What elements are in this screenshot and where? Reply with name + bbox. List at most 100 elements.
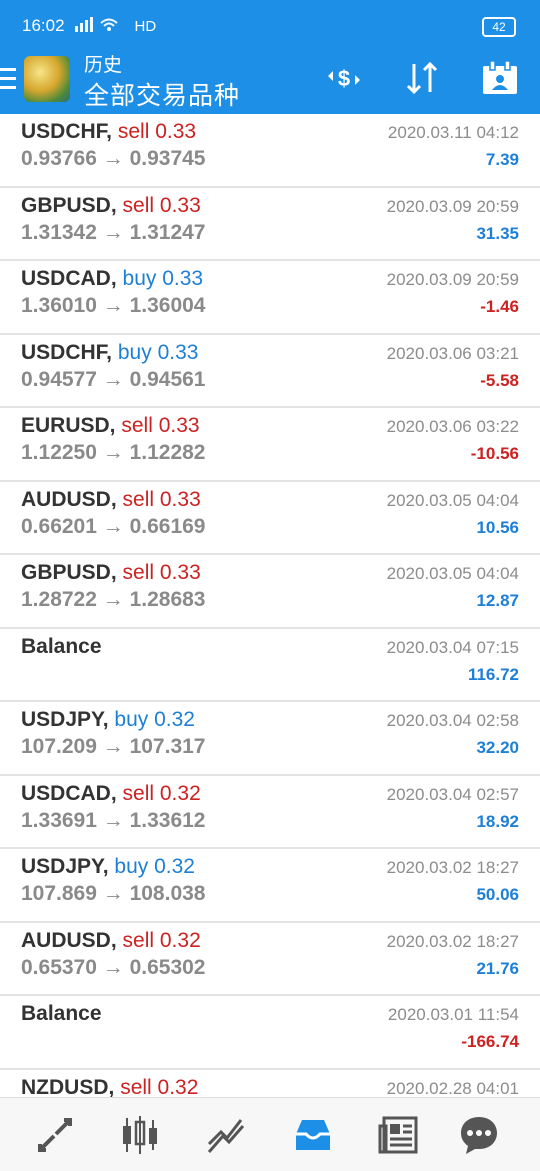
- trade-date: 2020.03.02 18:27: [386, 858, 519, 877]
- trade-row[interactable]: AUDUSD, sell 0.33 0.66201 → 0.66169 2020.0…: [0, 482, 540, 555]
- trade-prices: 1.31342 → 1.31247: [21, 220, 206, 244]
- trade-symbol: USDCAD, sell 0.32: [21, 782, 201, 806]
- history-icon[interactable]: [290, 1112, 336, 1158]
- trade-direction: sell: [122, 193, 155, 217]
- trade-date: 2020.03.06 03:22: [386, 417, 519, 436]
- trade-symbol: GBPUSD, sell 0.33: [21, 561, 201, 585]
- trade-date: 2020.03.11 04:12: [387, 123, 519, 142]
- hd-label: HD: [134, 17, 157, 35]
- trade-prices: 0.94577 → 0.94561: [21, 367, 206, 391]
- trade-date: 2020.03.04 02:58: [386, 711, 519, 730]
- bottom-nav: [0, 1097, 540, 1171]
- trade-prices: 0.93766 → 0.93745: [21, 147, 206, 170]
- trade-direction: sell: [121, 414, 153, 437]
- trade-symbol: Balance: [21, 635, 102, 659]
- trade-date: 2020.02.28 04:01: [386, 1078, 519, 1098]
- trade-icon[interactable]: [203, 1112, 249, 1158]
- chart-icon[interactable]: [117, 1112, 163, 1158]
- symbol-filter[interactable]: 全部交易品种: [84, 76, 240, 112]
- trade-prices: 0.66201 → 0.66169: [21, 514, 206, 538]
- trade-volume: 0.33: [159, 561, 201, 584]
- trade-profit: -166.74: [461, 1032, 519, 1051]
- trade-profit: 31.35: [476, 223, 519, 243]
- trade-date: 2020.03.09 20:59: [386, 196, 519, 216]
- trade-row[interactable]: Balance 2020.03.01 11:54 -166.74: [0, 996, 540, 1070]
- trade-prices: 1.33691 → 1.33612: [21, 808, 206, 832]
- trade-volume: 0.33: [155, 120, 197, 143]
- trade-row[interactable]: EURUSD, sell 0.33 1.12250 → 1.12282 2020.0…: [0, 408, 540, 482]
- trade-volume: 0.33: [158, 414, 200, 437]
- menu-icon[interactable]: [0, 68, 16, 90]
- toolbar: 历史 全部交易品种 $: [0, 46, 540, 114]
- currency-exchange-icon[interactable]: $: [324, 60, 364, 96]
- symbol-label: GBPUSD,: [21, 193, 117, 217]
- trade-date: 2020.03.05 04:04: [386, 490, 519, 510]
- trade-volume: 0.32: [159, 781, 201, 805]
- trade-symbol: USDCAD, buy 0.33: [21, 267, 203, 291]
- trade-row[interactable]: Balance 2020.03.04 07:15 116.72: [0, 629, 540, 702]
- trade-prices: 107.209 → 107.317: [21, 735, 206, 758]
- trade-direction: buy: [117, 340, 152, 364]
- trade-volume: 0.32: [154, 855, 195, 878]
- battery-icon: 42: [482, 17, 516, 37]
- trade-symbol: USDCHF, buy 0.33: [21, 341, 198, 365]
- svg-text:$: $: [338, 66, 350, 91]
- trade-symbol: Balance: [21, 1002, 102, 1026]
- trade-row[interactable]: GBPUSD, sell 0.33 1.31342 → 1.31247 2020.0…: [0, 188, 540, 261]
- calendar-icon[interactable]: [480, 60, 520, 96]
- trade-symbol: AUDUSD, sell 0.32: [21, 929, 201, 953]
- symbol-label: AUDUSD,: [21, 487, 117, 511]
- trade-date: 2020.03.04 07:15: [386, 637, 519, 657]
- trade-symbol: NZDUSD, sell 0.32: [21, 1076, 198, 1100]
- symbol-label: USDJPY,: [21, 855, 109, 878]
- chat-icon[interactable]: [456, 1112, 502, 1158]
- trade-direction: buy: [122, 267, 157, 290]
- trade-volume: 0.33: [162, 267, 204, 290]
- trade-row[interactable]: USDCHF, sell 0.33 0.93766 → 0.93745 2020.0…: [0, 114, 540, 188]
- symbol-label: Balance: [21, 634, 102, 658]
- status-time: 16:02: [22, 16, 65, 35]
- trade-profit: 18.92: [476, 811, 519, 831]
- trade-profit: -5.58: [480, 370, 519, 390]
- trade-date: 2020.03.09 20:59: [386, 270, 519, 289]
- symbol-label: NZDUSD,: [21, 1075, 115, 1099]
- page-title: 历史: [84, 55, 123, 76]
- trade-direction: buy: [114, 855, 149, 878]
- trade-row[interactable]: AUDUSD, sell 0.32 0.65370 → 0.65302 2020.0…: [0, 923, 540, 996]
- trade-profit: -1.46: [480, 297, 519, 316]
- trade-profit: 7.39: [485, 150, 519, 169]
- signal-icon: [73, 15, 133, 37]
- symbol-label: USDCAD,: [21, 781, 117, 805]
- trade-date: 2020.03.04 02:57: [386, 784, 519, 804]
- app-logo: [24, 56, 70, 102]
- trade-row[interactable]: USDJPY, buy 0.32 107.209 → 107.317 2020.03…: [0, 702, 540, 776]
- trade-direction: sell: [122, 781, 155, 805]
- trade-date: 2020.03.05 04:04: [386, 564, 519, 583]
- symbol-label: GBPUSD,: [21, 561, 117, 584]
- news-icon[interactable]: [376, 1112, 422, 1158]
- sort-icon[interactable]: [402, 60, 442, 96]
- symbol-label: USDCHF,: [21, 340, 113, 364]
- trade-volume: 0.32: [159, 928, 201, 952]
- trade-row[interactable]: USDCAD, sell 0.32 1.33691 → 1.33612 2020.0…: [0, 776, 540, 849]
- quotes-icon[interactable]: [32, 1112, 78, 1158]
- trade-direction: sell: [122, 561, 155, 584]
- symbol-label: EURUSD,: [21, 414, 116, 437]
- trade-symbol: USDJPY, buy 0.32: [21, 708, 195, 732]
- trade-volume: 0.33: [157, 340, 199, 364]
- trade-row[interactable]: USDCHF, buy 0.33 0.94577 → 0.94561 2020.03…: [0, 335, 540, 408]
- symbol-label: USDCAD,: [21, 267, 117, 290]
- trade-volume: 0.33: [159, 487, 201, 511]
- trade-row[interactable]: USDJPY, buy 0.32 107.869 → 108.038 2020.03…: [0, 849, 540, 923]
- trade-profit: 50.06: [476, 885, 519, 904]
- symbol-label: Balance: [21, 1002, 102, 1025]
- trade-direction: buy: [114, 708, 149, 731]
- trade-history-list[interactable]: USDCHF, sell 0.33 0.93766 → 0.93745 2020.0…: [0, 114, 540, 1143]
- trade-profit: 116.72: [467, 664, 519, 684]
- trade-date: 2020.03.02 18:27: [386, 931, 519, 951]
- symbol-label: AUDUSD,: [21, 928, 117, 952]
- trade-row[interactable]: USDCAD, buy 0.33 1.36010 → 1.36004 2020.03…: [0, 261, 540, 335]
- trade-row[interactable]: GBPUSD, sell 0.33 1.28722 → 1.28683 2020.0…: [0, 555, 540, 629]
- trade-profit: 21.76: [476, 958, 519, 978]
- trade-prices: 107.869 → 108.038: [21, 882, 206, 905]
